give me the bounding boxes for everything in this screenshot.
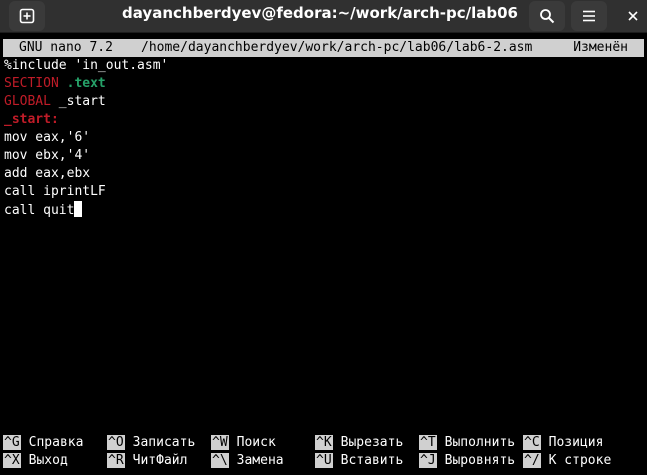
plus-square-icon: [19, 8, 35, 24]
nano-header-bar: GNU nano 7.2 /home/dayanchberdyev/work/a…: [3, 39, 644, 57]
code-line: call iprintLF: [4, 184, 106, 199]
shortcut-exit[interactable]: ^X Выход: [3, 452, 68, 470]
shortcut-execute[interactable]: ^T Выполнить: [419, 434, 515, 452]
shortcut-position[interactable]: ^C Позиция: [523, 434, 603, 452]
nano-version: GNU nano 7.2: [19, 40, 113, 55]
code-line: SECTION .text: [4, 75, 644, 93]
text-cursor: [74, 201, 83, 217]
search-icon: [540, 9, 555, 24]
close-icon: [628, 11, 638, 21]
shortcut-help[interactable]: ^G Справка: [3, 434, 83, 452]
shortcut-search[interactable]: ^W Поиск: [211, 434, 276, 452]
search-button[interactable]: [529, 1, 565, 31]
code-label: _start:: [4, 112, 59, 127]
file-path: /home/dayanchberdyev/work/arch-pc/lab06/…: [141, 40, 533, 55]
shortcut-justify[interactable]: ^J Выровнять: [419, 452, 515, 470]
section-name: .text: [66, 76, 106, 91]
close-button[interactable]: [621, 1, 645, 31]
menu-button[interactable]: [571, 1, 607, 31]
hamburger-menu-icon: [583, 10, 595, 22]
code-line: add eax,ebx: [4, 166, 91, 181]
code-line: %include 'in_out.asm': [4, 58, 169, 73]
shortcut-replace[interactable]: ^\ Замена: [211, 452, 284, 470]
shortcut-cut[interactable]: ^K Вырезать: [315, 434, 403, 452]
shortcut-read-file[interactable]: ^R ЧитФайл: [107, 452, 187, 470]
code-line: _start:: [4, 111, 644, 129]
code-line: GLOBAL _start: [4, 94, 106, 109]
shortcut-go-to-line[interactable]: ^/К строке: [523, 452, 611, 470]
code-line: mov ebx,'4': [4, 148, 91, 163]
code-line: call quit: [4, 201, 644, 219]
modified-status: Изменён: [573, 40, 628, 55]
shortcut-paste[interactable]: ^U Вставить: [315, 452, 403, 470]
shortcut-write[interactable]: ^O Записать: [107, 434, 195, 452]
global-keyword: GLOBAL: [4, 94, 51, 109]
new-tab-button[interactable]: [9, 1, 45, 31]
terminal-window: dayanchberdyev@fedora:~/work/arch-pc/lab…: [0, 0, 647, 475]
title-bar: dayanchberdyev@fedora:~/work/arch-pc/lab…: [0, 0, 647, 33]
window-title: dayanchberdyev@fedora:~/work/arch-pc/lab…: [122, 4, 518, 22]
editor-area[interactable]: %include 'in_out.asm' SECTION .text GLOB…: [4, 57, 644, 427]
code-line: mov eax,'6': [4, 130, 91, 145]
section-keyword: SECTION: [4, 76, 59, 91]
help-shortcuts: ^G Справка ^O Записать ^W Поиск ^K Вырезать …: [3, 434, 647, 470]
